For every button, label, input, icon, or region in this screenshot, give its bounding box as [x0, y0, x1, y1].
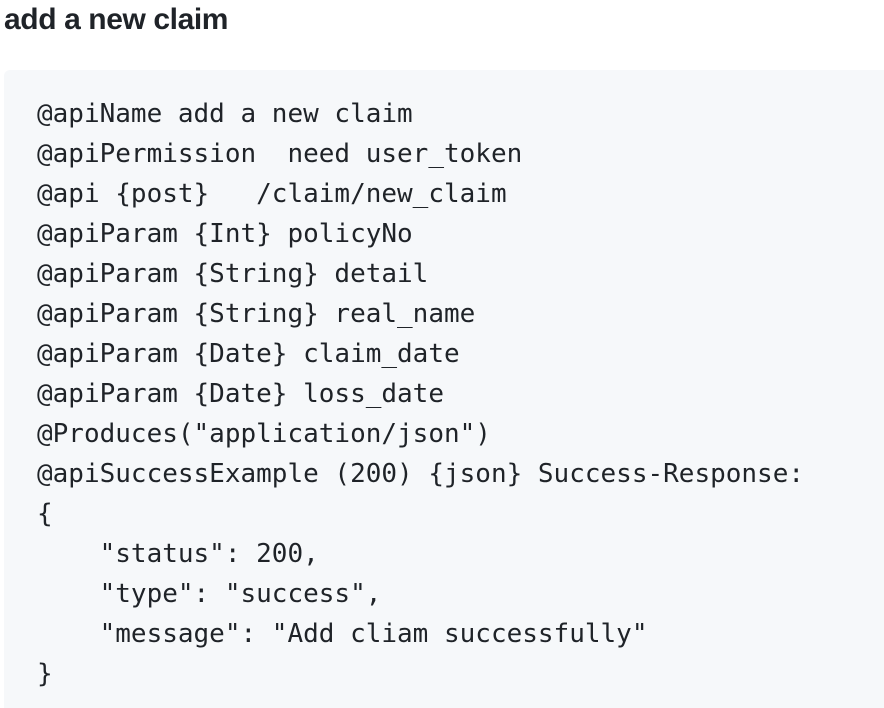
code-line: @apiParam {Date} claim_date	[37, 339, 460, 369]
code-line: @apiName add a new claim	[37, 99, 413, 129]
code-line: "status": 200,	[37, 539, 319, 569]
code-line: @api {post} /claim/new_claim	[37, 179, 507, 209]
code-line: @apiPermission need user_token	[37, 139, 523, 169]
code-line: "message": "Add cliam successfully"	[37, 619, 648, 649]
code-line: @apiParam {String} detail	[37, 259, 429, 289]
code-line: "type": "success",	[37, 579, 382, 609]
code-line: @apiParam {Date} loss_date	[37, 379, 444, 409]
code-line: @apiSuccessExample (200) {json} Success-…	[37, 459, 805, 489]
code-line: @apiParam {Int} policyNo	[37, 219, 413, 249]
code-line: }	[37, 659, 53, 689]
code-line: {	[37, 499, 53, 529]
code-block: @apiName add a new claim @apiPermission n…	[4, 70, 884, 708]
document-page: add a new claim @apiName add a new claim…	[0, 0, 884, 708]
code-line: @Produces("application/json")	[37, 419, 491, 449]
section-heading: add a new claim	[4, 3, 229, 36]
code-line: @apiParam {String} real_name	[37, 299, 476, 329]
code-content: @apiName add a new claim @apiPermission n…	[37, 94, 884, 694]
